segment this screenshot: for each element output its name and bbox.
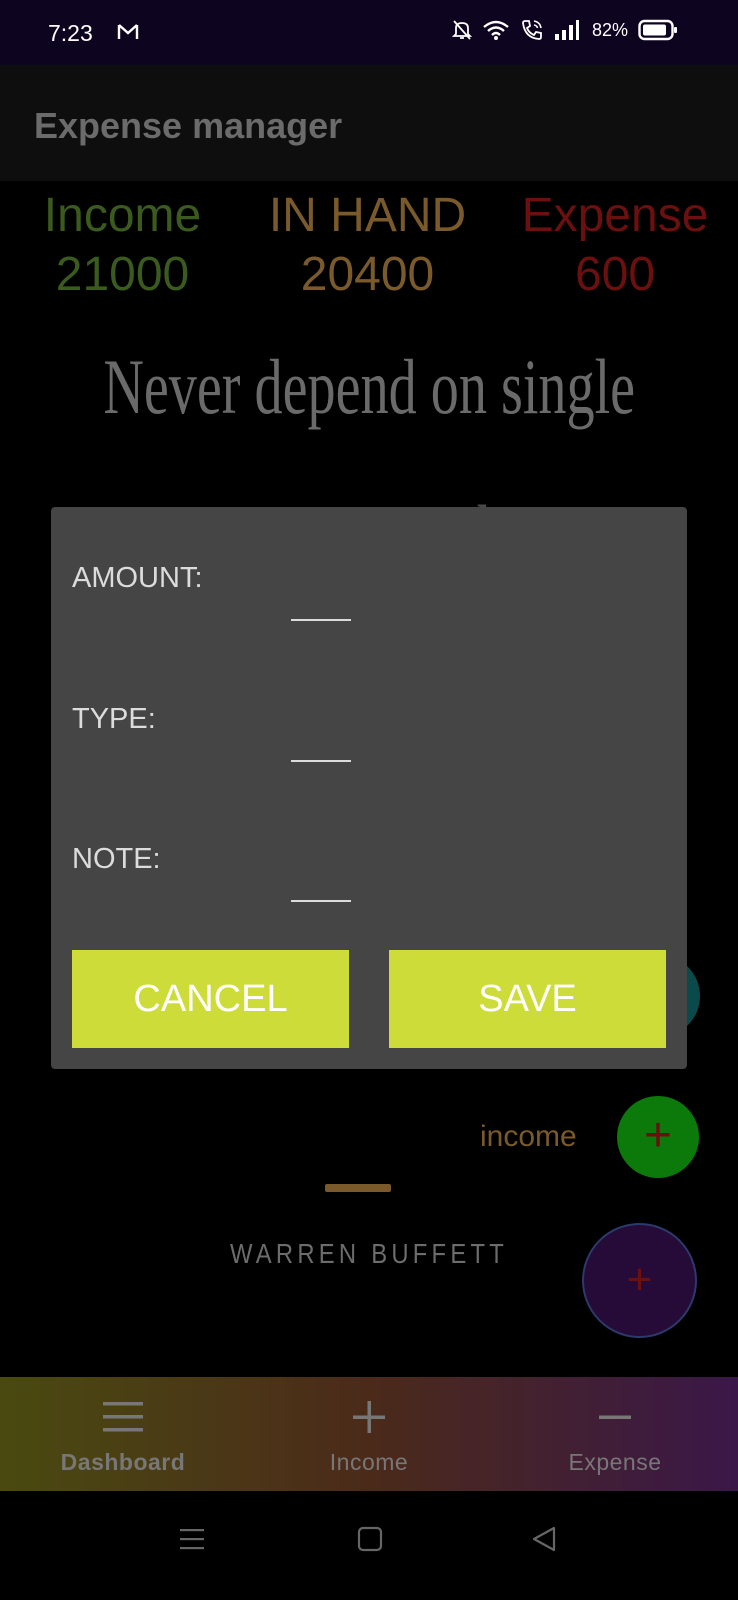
battery-percent: 82% [591, 19, 628, 40]
battery-icon [638, 19, 677, 41]
minus-icon [599, 1415, 631, 1419]
in-hand-value: 20400 [300, 248, 435, 301]
income-fab-label: income [480, 1120, 577, 1153]
save-button[interactable]: SAVE [389, 950, 666, 1048]
cancel-button[interactable]: CANCEL [72, 950, 349, 1048]
menu-icon [103, 1402, 143, 1432]
nav-label-expense: Expense [568, 1449, 662, 1475]
plus-icon: + [626, 1255, 653, 1304]
status-icons: 82% [451, 18, 678, 42]
wifi-call-icon [522, 20, 542, 40]
in-hand-summary: IN HAND 20400 [255, 188, 480, 302]
home-icon[interactable] [356, 1525, 384, 1553]
nav-item-expense[interactable]: Expense [492, 1377, 738, 1491]
quote-line-1: Never depend on single [103, 343, 636, 430]
type-label: TYPE: [72, 703, 156, 735]
income-label: Income [43, 189, 202, 242]
note-label: NOTE: [72, 843, 161, 875]
expense-summary: Expense 600 [505, 188, 725, 302]
nav-label-dashboard: Dashboard [60, 1449, 186, 1475]
note-input[interactable] [291, 868, 351, 902]
plus-icon: + [643, 1109, 673, 1162]
type-input[interactable] [291, 728, 351, 762]
amount-label: AMOUNT: [72, 562, 203, 594]
income-summary: Income 21000 [20, 188, 225, 302]
nav-label-income: Income [329, 1449, 409, 1475]
gmail-icon [117, 24, 139, 39]
system-navigation-bar [0, 1491, 738, 1600]
add-income-fab[interactable]: + [617, 1096, 699, 1178]
bell-off-icon [451, 20, 472, 40]
nav-item-income[interactable]: Income [246, 1377, 492, 1491]
amount-input[interactable] [291, 587, 351, 621]
plus-icon [353, 1401, 385, 1433]
status-bar: 7:23 82% [0, 0, 738, 65]
income-value: 21000 [55, 248, 190, 301]
main-fab[interactable]: + [582, 1223, 697, 1338]
back-icon[interactable] [530, 1525, 558, 1553]
in-hand-label: IN HAND [268, 189, 467, 242]
expense-value: 600 [574, 248, 656, 301]
app-bar: Expense manager [0, 65, 738, 181]
add-transaction-dialog: AMOUNT: TYPE: NOTE: CANCEL SAVE [51, 507, 687, 1069]
expense-label: Expense [521, 189, 709, 242]
status-time: 7:23 [48, 20, 93, 46]
wifi-icon [483, 20, 509, 40]
bottom-navigation: Dashboard Income Expense [0, 1377, 738, 1491]
signal-icon [554, 20, 579, 40]
quote-divider [325, 1184, 391, 1192]
nav-item-dashboard[interactable]: Dashboard [0, 1377, 246, 1491]
app-title: Expense manager [34, 105, 343, 146]
recents-icon[interactable] [178, 1525, 206, 1553]
